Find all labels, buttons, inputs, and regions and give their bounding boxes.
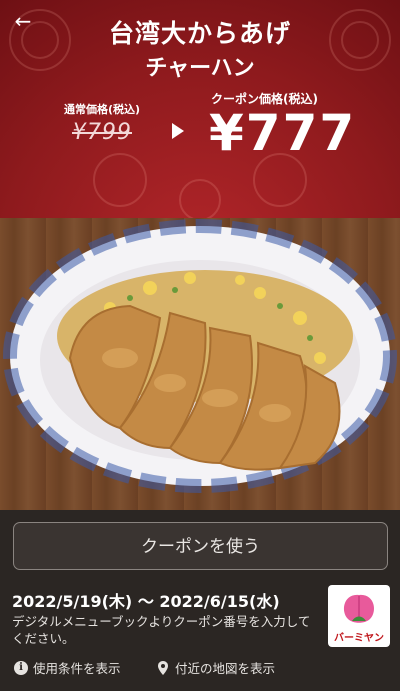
- logo-text: バーミヤン: [334, 633, 384, 644]
- coupon-header: ← 台湾大からあげ チャーハン 通常価格(税込) ¥799 クーポン価格(税込)…: [0, 0, 400, 218]
- title-line-2: チャーハン: [145, 56, 255, 81]
- show-map-label: 付近の地図を表示: [175, 661, 276, 676]
- regular-price-label: 通常価格(税込): [64, 103, 141, 116]
- peach-logo-icon: [343, 594, 375, 623]
- show-conditions-label: 使用条件を表示: [33, 661, 121, 676]
- show-conditions-link[interactable]: i 使用条件を表示: [14, 658, 121, 677]
- map-pin-icon: [158, 660, 168, 675]
- coupon-instruction-note: デジタルメニューブックよりクーポン番号を入力してください。: [12, 614, 311, 646]
- show-map-link[interactable]: 付近の地図を表示: [158, 658, 275, 677]
- info-icon: i: [14, 660, 28, 675]
- use-coupon-button[interactable]: クーポンを使う: [13, 522, 388, 570]
- coupon-price: ¥777: [209, 104, 357, 162]
- title-line-1: 台湾大からあげ: [108, 19, 291, 48]
- footer-links: i 使用条件を表示 付近の地図を表示: [0, 658, 400, 684]
- arrow-right-icon: [172, 123, 184, 139]
- food-photo: [0, 218, 400, 510]
- fried-chicken-rice-illustration: [3, 219, 397, 493]
- bamiyan-logo: バーミヤン: [328, 585, 390, 647]
- regular-price: ¥799: [72, 120, 132, 145]
- validity-dates: 2022/5/19(木) ～ 2022/6/15(水): [12, 592, 280, 611]
